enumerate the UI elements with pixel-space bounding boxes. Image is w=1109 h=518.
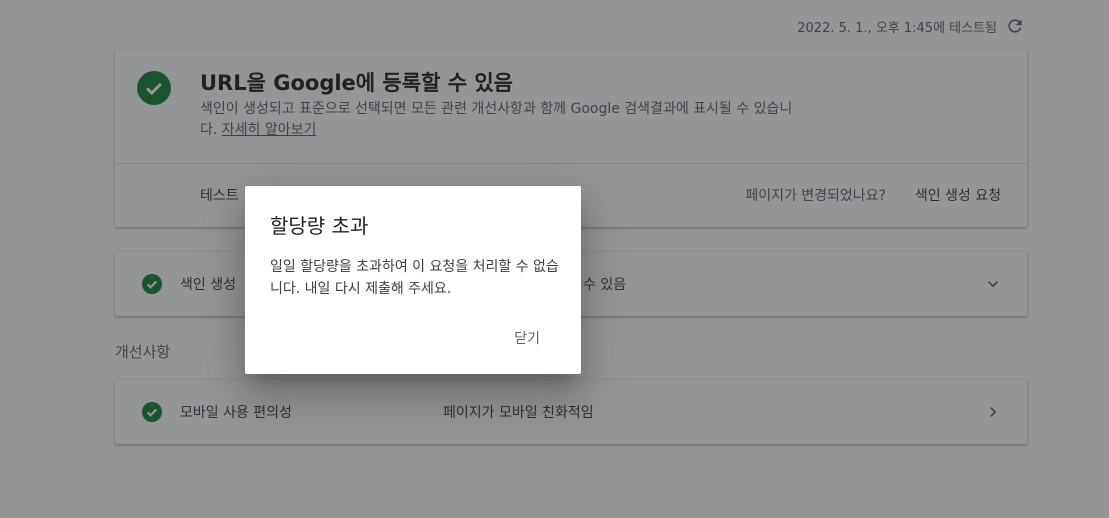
dialog-close-button[interactable]: 닫기: [514, 328, 540, 348]
dialog-title: 할당량 초과: [270, 214, 369, 238]
quota-exceeded-dialog: 할당량 초과 일일 할당량을 초과하여 이 요청을 처리할 수 없습니다. 내일…: [245, 186, 581, 374]
dialog-message: 일일 할당량을 초과하여 이 요청을 처리할 수 없습니다. 내일 다시 제출해…: [270, 259, 559, 297]
